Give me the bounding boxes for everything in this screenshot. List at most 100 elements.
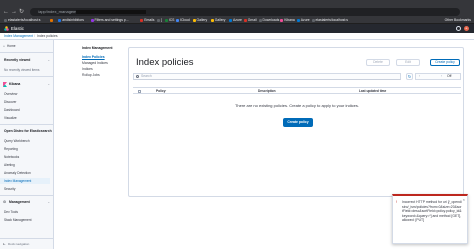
policies-table-header: Policy ↑ Description Last updated time — [133, 87, 461, 94]
bookmark-favicon-icon — [243, 18, 247, 22]
reload-page-icon[interactable]: ↻ — [19, 8, 24, 16]
home-icon: ⌂ — [3, 44, 5, 48]
bookmark-label: Gmail — [247, 18, 257, 22]
column-policy[interactable]: Policy — [156, 88, 165, 94]
nav-item-dev-tools[interactable]: Dev Tools — [4, 210, 18, 214]
bookmark-item[interactable]: andisinhibitors — [58, 17, 84, 24]
bookmark-item[interactable]: Azure — [296, 17, 310, 24]
bookmark-label: elastalerts/localhost:s — [8, 18, 41, 22]
bookmark-favicon-icon — [192, 18, 196, 22]
nav-divider — [0, 52, 53, 53]
breadcrumb-separator: / — [34, 34, 35, 38]
bookmark-label: Emails — [144, 18, 155, 22]
nav-item-reporting[interactable]: Reporting — [4, 147, 18, 151]
pagination-prev-icon[interactable]: ‹ — [419, 74, 420, 79]
chevron-down-icon: ⌄ — [47, 129, 50, 133]
search-input[interactable]: Search — [133, 73, 401, 80]
chevron-down-icon: ⌄ — [47, 58, 50, 62]
im-sidebar-managed-indices[interactable]: Managed Indices — [82, 61, 108, 65]
bookmark-favicon-icon — [229, 18, 232, 22]
nav-item-discover[interactable]: Discover — [4, 100, 16, 104]
select-all-checkbox[interactable] — [138, 89, 141, 93]
back-icon[interactable]: ← — [3, 8, 9, 16]
pagination-control[interactable]: ‹ Off › — [415, 73, 461, 80]
nav-item-overview[interactable]: Overview — [4, 92, 17, 96]
sort-arrow-icon: ↑ — [165, 89, 167, 93]
im-sidebar-rollup-jobs[interactable]: Rollup Jobs — [82, 73, 100, 77]
nav-section-recently-viewed[interactable]: Recently viewed — [4, 58, 30, 62]
alert-icon: ! — [396, 199, 398, 204]
nav-section-kibana[interactable]: Kibana — [9, 82, 20, 86]
column-last-updated[interactable]: Last updated time — [359, 88, 386, 94]
nav-section-opendistro[interactable]: Open Distro for Elasticsearch — [4, 129, 52, 133]
nav-item-notebooks[interactable]: Notebooks — [4, 155, 19, 159]
pagination-current: Off — [447, 74, 452, 78]
edit-button[interactable]: Edit — [396, 59, 420, 66]
forward-icon[interactable]: → — [11, 8, 17, 16]
nav-home[interactable]: Home — [7, 44, 16, 48]
bookmark-label: Azure — [300, 18, 310, 22]
nav-item-security[interactable]: Security — [4, 187, 16, 191]
nav-item-dashboard[interactable]: Dashboard — [4, 108, 20, 112]
bookmark-item[interactable]: elastalerts/localhost:s — [4, 17, 40, 24]
bookmark-label: Azure — [233, 18, 242, 22]
elastic-logo-icon[interactable] — [4, 26, 9, 31]
nav-item-stack-management[interactable]: Stack Management — [4, 218, 31, 222]
nav-recently-viewed-empty: No recently viewed items — [4, 68, 40, 72]
bookmark-item[interactable]: Azure — [229, 17, 242, 24]
bookmark-item[interactable]: elastalerts/localhost:s — [311, 17, 348, 24]
bookmark-item[interactable]: [ — [156, 17, 162, 24]
redacted-region — [76, 10, 146, 14]
nav-divider — [0, 195, 53, 196]
bookmark-favicon-icon — [90, 18, 94, 22]
breadcrumb-parent[interactable]: Index Management — [4, 33, 33, 40]
bookmark-item[interactable]: Emails — [140, 17, 154, 24]
pagination-next-icon[interactable]: › — [441, 74, 442, 79]
bookmark-item[interactable]: Gallery — [210, 17, 226, 24]
dock-icon: ⇤ — [3, 242, 6, 246]
url-input[interactable]: /app/index_management/policies — [30, 8, 460, 16]
bookmark-label: Gallery — [214, 18, 226, 22]
bookmark-item[interactable]: Kibana — [280, 17, 295, 24]
bookmark-item[interactable]: Downloads — [258, 17, 279, 24]
nav-item-anomaly-detection[interactable]: Anomaly Detection — [4, 171, 31, 175]
refresh-icon[interactable]: ↻ — [406, 73, 413, 80]
bookmark-label: Kibana — [284, 18, 295, 22]
bookmark-favicon-icon — [280, 18, 284, 22]
bookmark-label: ICloud — [180, 18, 190, 22]
bookmark-favicon-icon — [176, 18, 179, 22]
im-sidebar-title: Index Management — [82, 46, 113, 50]
im-sidebar-index-policies[interactable]: Index Policies — [82, 55, 105, 59]
other-bookmarks[interactable]: Other Bookmarks — [445, 17, 471, 24]
bookmark-item[interactable]: Gmail — [243, 17, 257, 24]
bookmark-item[interactable]: ICS — [164, 17, 175, 24]
help-icon[interactable] — [456, 26, 461, 31]
close-icon[interactable]: × — [463, 198, 465, 202]
bookmark-item[interactable]: ICloud — [176, 17, 190, 24]
bookmarks-bar: elastalerts/localhost:s andisinhibitors Fi… — [0, 17, 474, 24]
nav-section-management[interactable]: Management — [9, 200, 30, 204]
bookmark-label: Gallery — [196, 18, 208, 22]
bookmark-item[interactable] — [50, 17, 54, 24]
bookmark-favicon-icon — [210, 18, 214, 22]
nav-dock-toggle[interactable]: Dock navigation — [8, 242, 29, 246]
bookmark-label: ICS — [168, 18, 175, 22]
empty-table-message: There are no existing policies. Create a… — [234, 103, 360, 108]
nav-divider — [0, 76, 53, 77]
column-description[interactable]: Description — [258, 88, 276, 94]
nav-item-visualize[interactable]: Visualize — [4, 116, 17, 120]
user-avatar[interactable]: e — [464, 26, 469, 31]
create-policy-cta-button[interactable]: Create policy — [283, 118, 313, 127]
create-policy-button[interactable]: Create policy — [430, 59, 460, 66]
im-sidebar-indices[interactable]: Indices — [82, 67, 93, 71]
bookmark-favicon-icon — [58, 18, 62, 22]
nav-item-alerting[interactable]: Alerting — [4, 163, 15, 167]
nav-item-query-workbench[interactable]: Query Workbench — [4, 139, 30, 143]
bookmark-item[interactable]: Filters and settings p... — [90, 17, 129, 24]
delete-button[interactable]: Delete — [366, 59, 390, 66]
kibana-logo-icon — [3, 82, 7, 87]
nav-item-index-management[interactable]: Index Management — [4, 179, 31, 183]
index-policies-panel: Index policies Delete Edit Create policy… — [128, 47, 464, 197]
bookmark-item[interactable]: Gallery — [192, 17, 208, 24]
error-toast: ! × Incorrect HTTP method for uri [/_ope… — [392, 194, 468, 244]
